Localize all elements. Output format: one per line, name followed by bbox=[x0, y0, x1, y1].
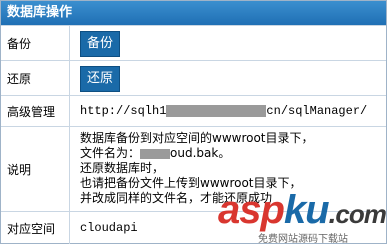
desc-line-3: 还原数据库时， bbox=[80, 161, 165, 175]
restore-button[interactable]: 还原 bbox=[80, 66, 121, 92]
panel-title: 数据库操作 bbox=[1, 1, 386, 25]
space-value: cloudapi bbox=[80, 221, 138, 235]
url-suffix: cn/sqlManager/ bbox=[266, 104, 368, 118]
watermark-subtitle: 免费网站源码下载站 bbox=[258, 234, 348, 245]
redacted-block bbox=[166, 104, 267, 117]
url-prefix: http://sqlh1 bbox=[80, 104, 167, 118]
backup-label: 备份 bbox=[7, 36, 32, 51]
desc-label: 说明 bbox=[7, 162, 32, 177]
desc-line-1: 数据库备份到对应空间的wwwroot目录下， bbox=[80, 131, 314, 145]
restore-cell: 还原 bbox=[69, 61, 386, 95]
backup-cell: 备份 bbox=[69, 26, 386, 60]
row-backup: 备份 备份 bbox=[1, 25, 386, 60]
admin-label: 高级管理 bbox=[7, 104, 56, 119]
space-label: 对应空间 bbox=[7, 221, 56, 236]
filename-prefix: 文件名为： bbox=[80, 146, 141, 160]
watermark-logo: aspku.com bbox=[218, 188, 387, 233]
watermark-asp: asp bbox=[218, 188, 285, 232]
redacted-filename bbox=[140, 148, 171, 159]
filename-suffix: oud.bak。 bbox=[170, 146, 231, 160]
row-restore: 还原 还原 bbox=[1, 60, 386, 95]
backup-button[interactable]: 备份 bbox=[80, 31, 121, 57]
admin-url[interactable]: http://sqlh1 cn/sqlManager/ bbox=[80, 104, 367, 118]
watermark-com: com bbox=[335, 199, 386, 229]
admin-cell: http://sqlh1 cn/sqlManager/ bbox=[69, 96, 386, 126]
restore-label: 还原 bbox=[7, 71, 32, 86]
row-admin: 高级管理 http://sqlh1 cn/sqlManager/ bbox=[1, 95, 386, 126]
desc-line-2: 文件名为： oud.bak。 bbox=[80, 146, 314, 161]
watermark-ku: ku bbox=[283, 188, 330, 232]
